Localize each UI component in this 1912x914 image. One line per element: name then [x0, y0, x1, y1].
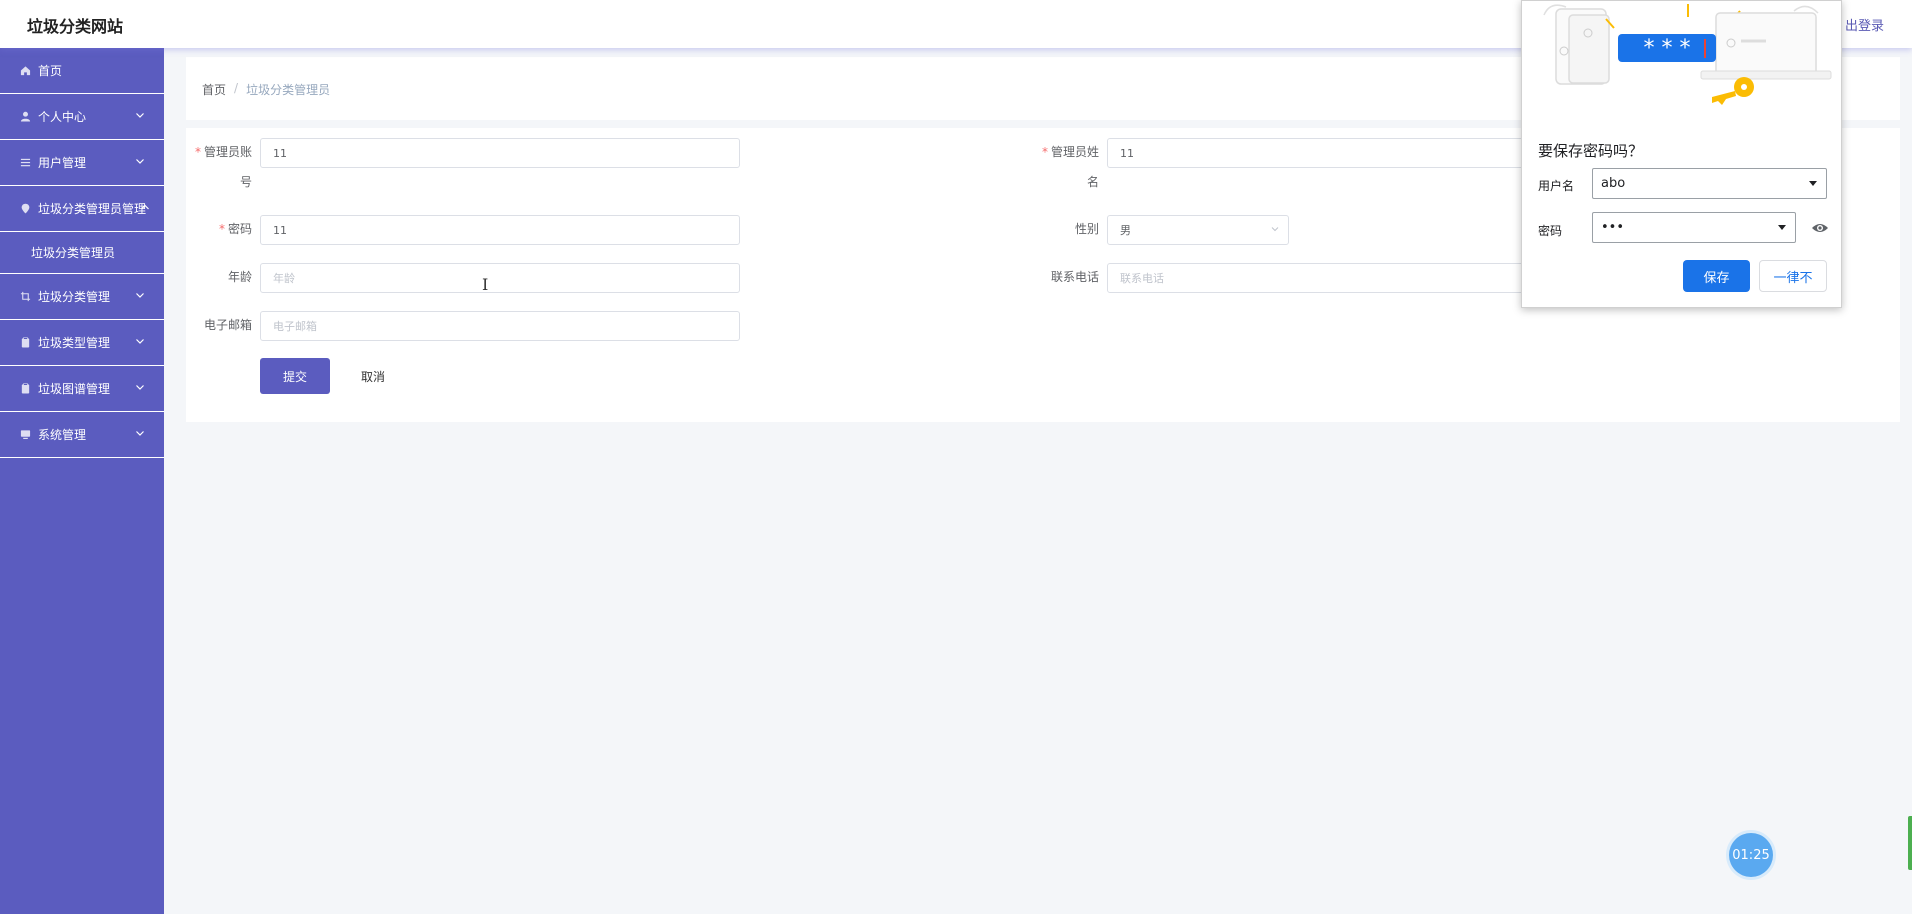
sidebar: 首页 个人中心 用户管理 垃圾分类管理员管理 垃圾分类管理员 垃圾分类管理 垃圾… — [0, 48, 164, 914]
age-input[interactable]: 年龄 — [260, 263, 740, 293]
sidebar-item-label: 个人中心 — [38, 110, 87, 124]
breadcrumb-current: 垃圾分类管理员 — [246, 83, 331, 97]
person-icon — [19, 111, 31, 123]
email-label: 电子邮箱 — [203, 318, 252, 332]
username-select[interactable]: abo — [1592, 168, 1827, 199]
edge-tab[interactable] — [1908, 816, 1912, 870]
sidebar-item-personal-center[interactable]: 个人中心 — [0, 94, 164, 140]
chevron-down-icon — [136, 113, 144, 118]
sidebar-item-home[interactable]: 首页 — [0, 48, 164, 94]
popup-title: 要保存密码吗？ — [1538, 142, 1644, 160]
chevron-down-icon — [136, 385, 144, 390]
list-icon — [19, 157, 31, 169]
sidebar-item-label: 垃圾分类管理 — [38, 290, 111, 304]
sidebar-item-label: 系统管理 — [38, 428, 87, 442]
sidebar-subitem-label: 垃圾分类管理员 — [31, 246, 116, 260]
timer-bubble[interactable]: 01:25 — [1729, 833, 1773, 877]
required-mark: * — [194, 145, 201, 159]
chevron-down-icon — [1271, 227, 1279, 232]
email-input[interactable]: 电子邮箱 — [260, 311, 740, 341]
phone-input[interactable]: 联系电话 — [1107, 263, 1527, 293]
never-save-button[interactable]: 一律不 — [1759, 260, 1827, 292]
breadcrumb: 首页 / 垃圾分类管理员 — [202, 81, 330, 98]
name-label: * 管理员姓 — [1041, 145, 1099, 159]
sidebar-item-label: 首页 — [38, 64, 63, 78]
chevron-down-icon — [136, 339, 144, 344]
required-mark: * — [1041, 145, 1048, 159]
sidebar-item-label: 用户管理 — [38, 156, 87, 170]
username-label: 用户名 — [1538, 179, 1575, 193]
gender-value: 男 — [1120, 224, 1131, 237]
account-label: * 管理员账 — [194, 145, 252, 159]
username-value: abo — [1601, 176, 1626, 191]
password-label: * 密码 — [218, 222, 252, 236]
save-password-popup: * * * 要保存密码吗？ 用户名 abo 密码 ••• 保存 一律不 — [1521, 0, 1842, 308]
gender-label: 性别 — [1074, 222, 1099, 236]
chevron-up-icon — [141, 204, 149, 210]
phone-label: 联系电话 — [1050, 270, 1099, 284]
password-illustration: * * * — [1543, 4, 1832, 105]
age-label: 年龄 — [227, 270, 252, 284]
password-input[interactable]: 11 — [260, 215, 740, 245]
sidebar-item-user-management[interactable]: 用户管理 — [0, 140, 164, 186]
location-icon — [19, 203, 31, 215]
logout-link[interactable]: 出登录 — [1845, 15, 1884, 34]
illustration-stars: * * * — [1644, 36, 1691, 61]
text-cursor-icon: I — [482, 275, 489, 294]
cancel-button[interactable]: 取消 — [346, 358, 400, 394]
breadcrumb-separator: / — [234, 81, 239, 95]
account-input[interactable]: 11 — [260, 138, 740, 168]
chevron-down-icon — [136, 293, 144, 298]
breadcrumb-home[interactable]: 首页 — [202, 81, 226, 98]
chevron-down-icon — [136, 159, 144, 164]
sidebar-item-label: 垃圾图谱管理 — [38, 382, 111, 396]
monitor-icon — [19, 429, 31, 441]
sidebar-item-atlas-management[interactable]: 垃圾图谱管理 — [0, 366, 164, 412]
password-value: ••• — [1601, 220, 1625, 235]
submit-button[interactable]: 提交 — [260, 358, 330, 394]
sidebar-item-label: 垃圾类型管理 — [38, 336, 111, 350]
eye-icon[interactable] — [1811, 221, 1829, 235]
save-password-button[interactable]: 保存 — [1683, 260, 1750, 292]
site-title: 垃圾分类网站 — [27, 17, 124, 36]
sidebar-item-type-management[interactable]: 垃圾类型管理 — [0, 320, 164, 366]
clipboard-icon — [19, 337, 31, 349]
dropdown-arrow-icon — [1778, 225, 1786, 230]
sidebar-subitem-admin[interactable]: 垃圾分类管理员 — [0, 232, 164, 274]
password-select[interactable]: ••• — [1592, 212, 1796, 243]
gender-select[interactable]: 男 — [1107, 215, 1289, 245]
dropdown-arrow-icon — [1809, 181, 1817, 186]
sidebar-item-label: 垃圾分类管理员管理 — [38, 202, 147, 216]
password-label: 密码 — [1538, 224, 1563, 238]
home-icon — [19, 65, 31, 77]
name-input[interactable]: 11 — [1107, 138, 1527, 168]
required-mark: * — [218, 222, 225, 236]
crop-icon — [19, 291, 31, 303]
sidebar-item-classification-management[interactable]: 垃圾分类管理 — [0, 274, 164, 320]
name-label-cont: 名 — [1086, 175, 1099, 189]
sidebar-item-admin-management[interactable]: 垃圾分类管理员管理 — [0, 186, 164, 232]
clipboard-icon — [19, 383, 31, 395]
sidebar-item-system-management[interactable]: 系统管理 — [0, 412, 164, 458]
account-label-cont: 号 — [239, 175, 252, 189]
chevron-down-icon — [136, 431, 144, 436]
